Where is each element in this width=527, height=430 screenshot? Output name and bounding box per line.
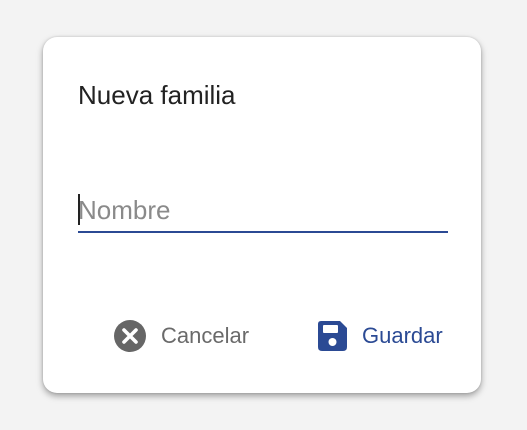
dialog-title: Nueva familia	[78, 80, 236, 110]
name-input[interactable]	[78, 189, 448, 231]
floppy-disk-icon	[315, 319, 349, 353]
name-field[interactable]	[78, 189, 448, 233]
save-label: Guardar	[362, 323, 443, 348]
text-caret	[78, 194, 80, 225]
cancel-label: Cancelar	[161, 323, 250, 348]
cancel-circle-icon	[113, 319, 147, 353]
cancel-button[interactable]: Cancelar	[113, 316, 249, 356]
save-button[interactable]: Guardar	[315, 316, 443, 356]
new-family-dialog: Nueva familia Cancelar Guardar	[43, 37, 481, 393]
